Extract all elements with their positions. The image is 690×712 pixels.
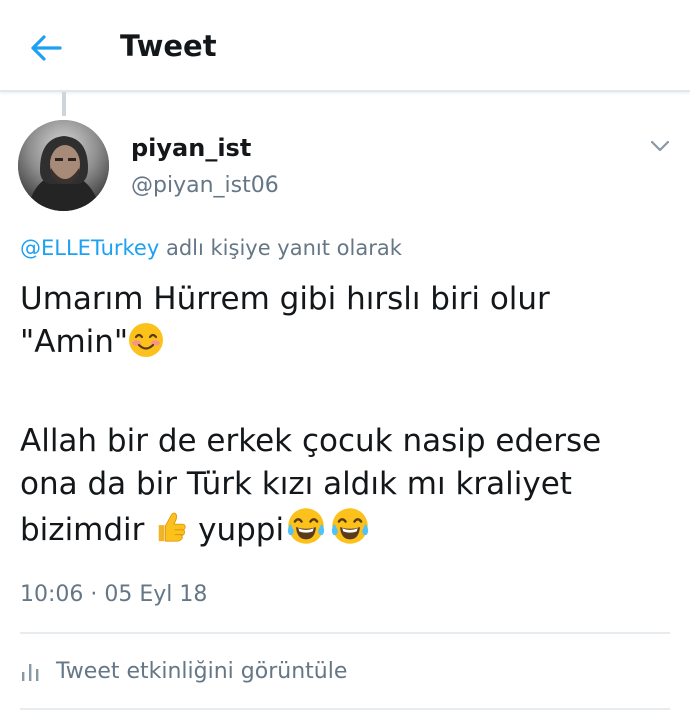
- smiling-face-with-blush-emoji: [129, 323, 164, 357]
- more-options-button[interactable]: [646, 134, 674, 158]
- thumbs-up-emoji: [159, 512, 186, 542]
- tweet-line-2: "Amin": [20, 321, 680, 364]
- avatar-photo: [18, 120, 109, 211]
- divider: [20, 708, 670, 710]
- arrow-left-icon: [31, 35, 62, 61]
- reply-suffix: adlı kişiye yanıt olarak: [165, 236, 402, 260]
- page-title: Tweet: [120, 29, 217, 63]
- tweet-line-5-end: yuppi: [198, 512, 285, 548]
- thread-connector: [62, 92, 66, 116]
- reply-mention-link[interactable]: @ELLETurkey: [20, 236, 159, 260]
- tears-of-joy-emoji: [332, 508, 369, 544]
- tweet-timestamp[interactable]: 10:06 · 05 Eyl 18: [20, 580, 207, 610]
- tweet-body: Umarım Hürrem gibi hırslı biri olur "Ami…: [20, 278, 680, 549]
- avatar[interactable]: [18, 120, 109, 211]
- tweet-line-5: bizimdir yuppi: [20, 506, 680, 549]
- tears-of-joy-emoji: [288, 508, 325, 544]
- back-button[interactable]: [26, 28, 66, 68]
- divider: [20, 632, 670, 634]
- tweet-activity-label: Tweet etkinliğini görüntüle: [56, 658, 348, 684]
- tweet-line-1: Umarım Hürrem gibi hırslı biri olur: [20, 281, 550, 317]
- tweet-line-3: Allah bir de erkek çocuk nasip ederse: [20, 423, 602, 459]
- top-app-bar: Tweet: [0, 0, 690, 92]
- tweet-line-2-text: "Amin": [20, 324, 129, 360]
- tweet-line-5-start: bizimdir: [20, 512, 145, 548]
- reply-context: @ELLETurkey adlı kişiye yanıt olarak: [20, 233, 402, 263]
- chevron-down-icon: [650, 140, 670, 152]
- bar-chart-icon: [22, 664, 39, 681]
- tweet-line-4: ona da bir Türk kızı aldık mı kraliyet: [20, 466, 572, 502]
- author-handle[interactable]: @piyan_ist06: [131, 171, 279, 201]
- tweet-activity-link[interactable]: Tweet etkinliğini görüntüle: [20, 656, 347, 686]
- author-display-name[interactable]: piyan_ist: [131, 132, 251, 164]
